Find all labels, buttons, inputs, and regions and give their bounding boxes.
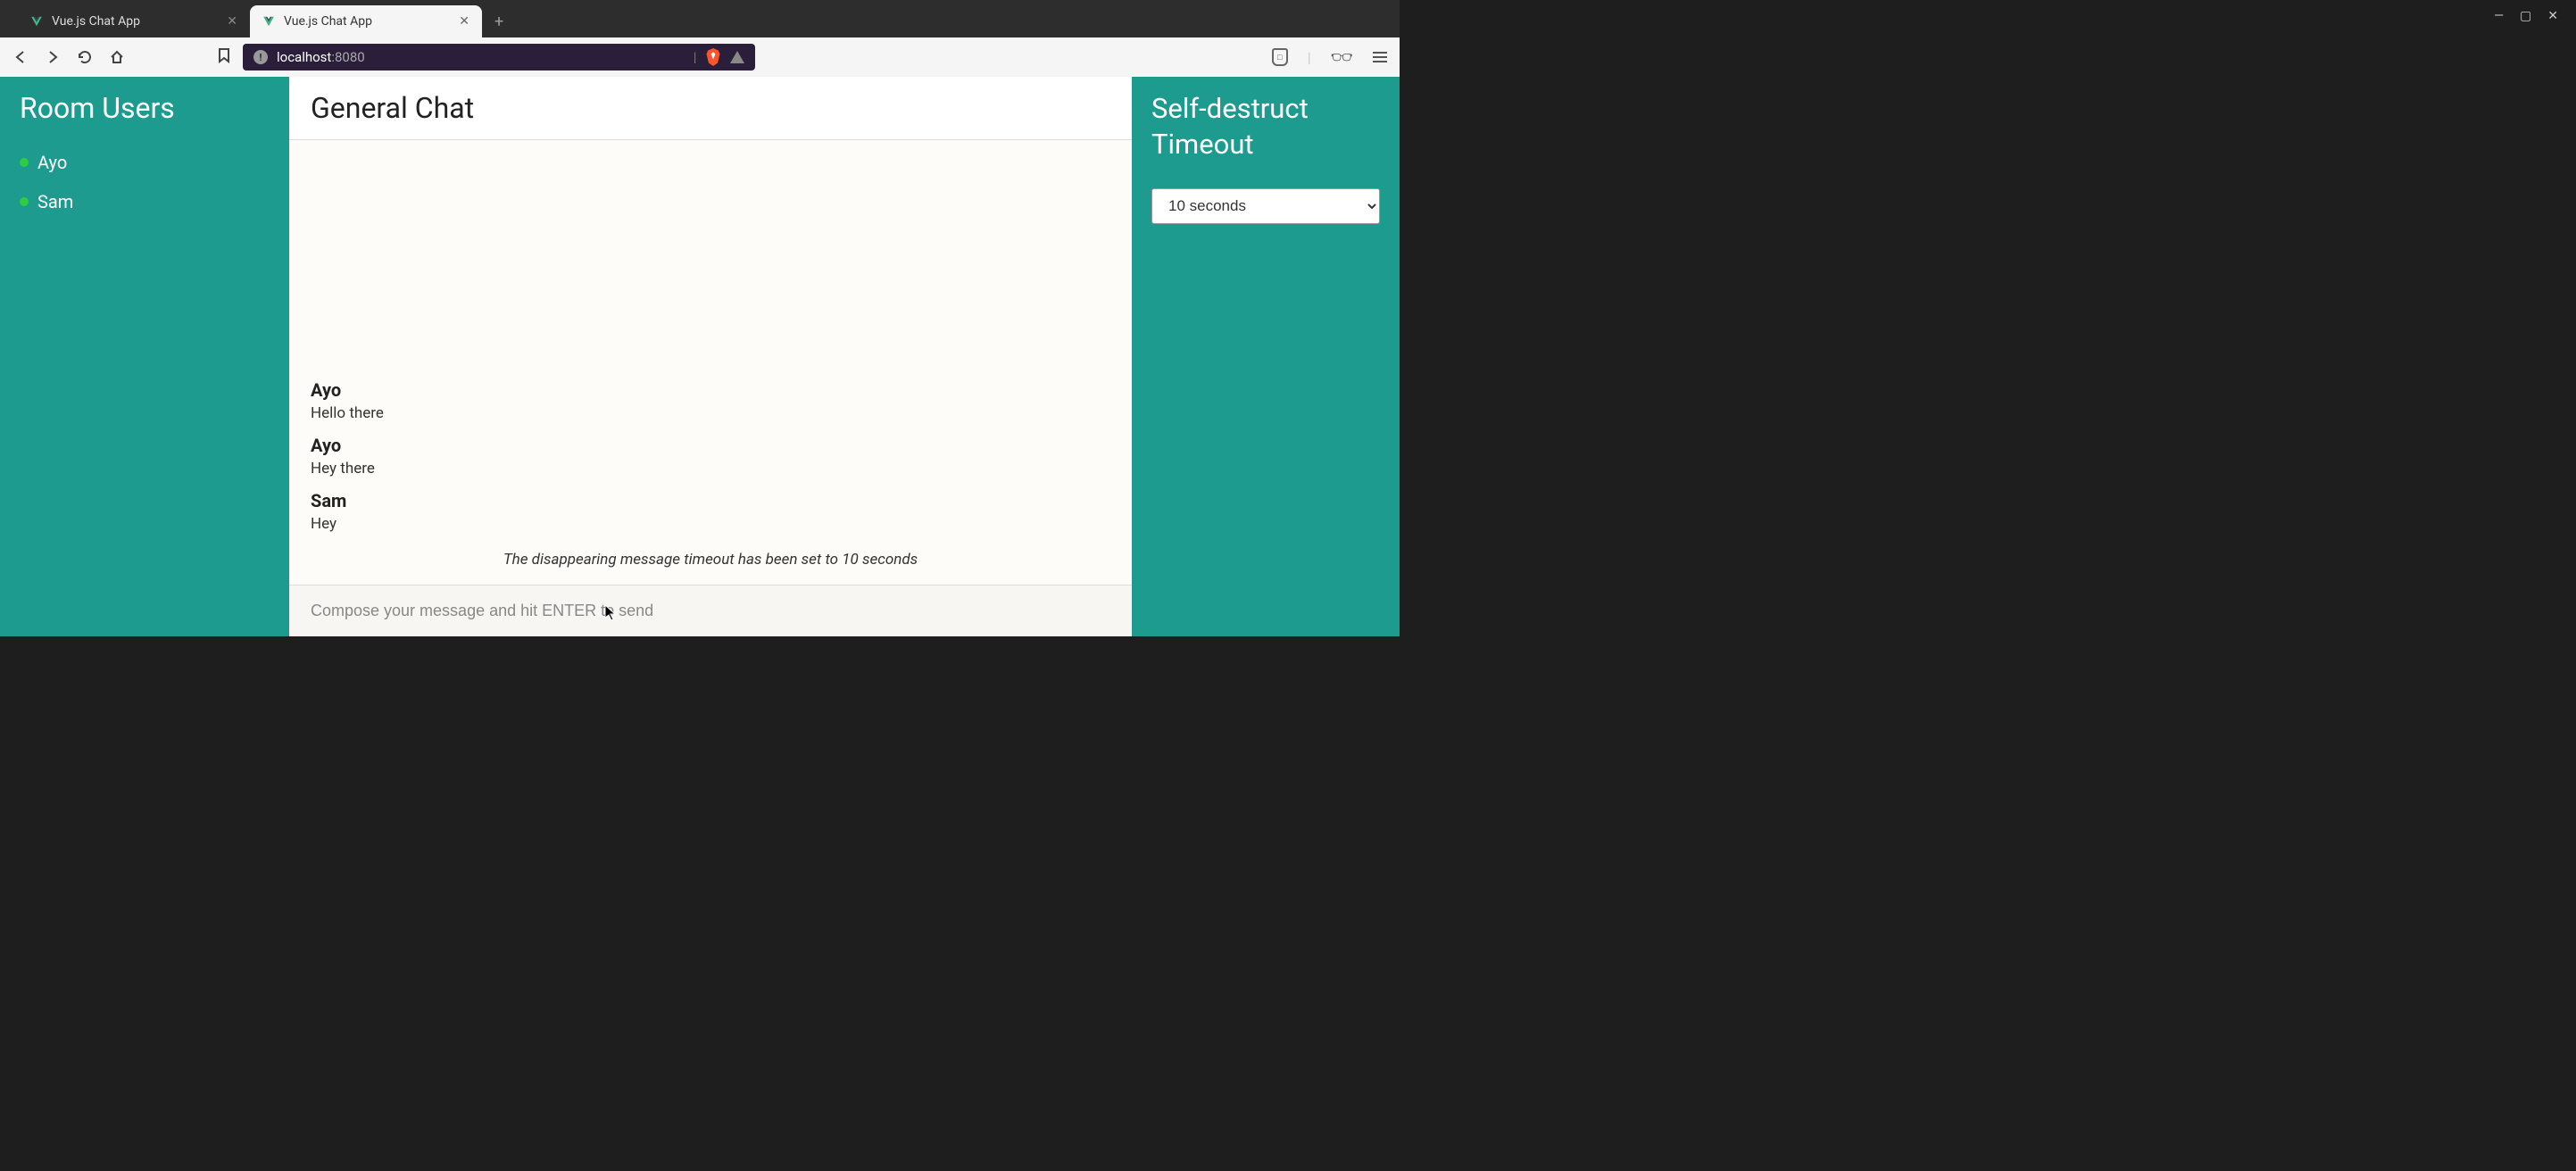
message-text: Hello there	[311, 404, 1110, 422]
message-author: Ayo	[311, 379, 1110, 401]
tab-title: Vue.js Chat App	[284, 14, 372, 29]
vue-icon	[30, 15, 43, 28]
reader-mode-icon[interactable]: 👓︎	[1331, 46, 1353, 68]
address-port: :8080	[331, 49, 364, 65]
brave-shields-icon[interactable]	[705, 48, 721, 66]
divider: |	[694, 49, 697, 65]
new-tab-button[interactable]: +	[482, 5, 516, 37]
back-button[interactable]	[12, 49, 29, 65]
message-text: Hey there	[311, 460, 1110, 478]
close-tab-icon[interactable]: ✕	[459, 14, 469, 29]
site-info-icon[interactable]: !	[253, 50, 268, 64]
close-window-button[interactable]: ✕	[2547, 9, 2558, 23]
tab-strip: Vue.js Chat App ✕ Vue.js Chat App ✕ +	[0, 0, 1400, 37]
user-item: Sam	[20, 191, 270, 212]
room-users-sidebar: Room Users Ayo Sam	[0, 77, 289, 636]
timeout-sidebar: Self-destruct Timeout 10 seconds	[1132, 77, 1400, 636]
address-bar[interactable]: ! localhost:8080 |	[243, 44, 755, 71]
chat-header: General Chat	[289, 77, 1132, 140]
minimize-button[interactable]: —	[2494, 9, 2504, 23]
compose-area	[289, 585, 1132, 636]
browser-tab-active[interactable]: Vue.js Chat App ✕	[250, 5, 482, 37]
message-author: Sam	[311, 490, 1110, 511]
warning-icon[interactable]	[730, 51, 744, 63]
forward-button[interactable]	[45, 49, 61, 65]
adblock-icon[interactable]: □	[1272, 48, 1288, 66]
message-text: Hey	[311, 515, 1110, 533]
browser-toolbar: ! localhost:8080 | □ | 👓︎	[0, 37, 1400, 77]
chat-message: Ayo Hey there	[311, 435, 1110, 478]
reload-button[interactable]	[77, 49, 93, 65]
timeout-select[interactable]: 10 seconds	[1151, 188, 1380, 224]
online-status-icon	[20, 158, 29, 167]
system-message: The disappearing message timeout has bee…	[311, 551, 1110, 569]
chat-message: Sam Hey	[311, 490, 1110, 533]
chat-main: General Chat Ayo Hello there Ayo Hey the…	[289, 77, 1132, 636]
divider: |	[1308, 49, 1311, 66]
timeout-title: Self-destruct Timeout	[1151, 91, 1380, 163]
menu-button[interactable]	[1373, 52, 1387, 62]
chat-message: Ayo Hello there	[311, 379, 1110, 422]
message-list[interactable]: Ayo Hello there Ayo Hey there Sam Hey Th…	[289, 140, 1132, 585]
address-host: localhost	[277, 49, 331, 65]
user-list: Ayo Sam	[20, 152, 270, 212]
browser-tab[interactable]: Vue.js Chat App ✕	[18, 5, 250, 37]
online-status-icon	[20, 197, 29, 206]
vue-icon	[262, 15, 275, 28]
user-name: Ayo	[37, 152, 67, 173]
room-users-title: Room Users	[20, 91, 270, 125]
user-item: Ayo	[20, 152, 270, 173]
bookmark-button[interactable]	[218, 47, 230, 67]
compose-input[interactable]	[311, 602, 1110, 620]
message-author: Ayo	[311, 435, 1110, 456]
maximize-button[interactable]: ▢	[2520, 9, 2531, 23]
close-tab-icon[interactable]: ✕	[227, 14, 237, 29]
home-button[interactable]	[109, 49, 125, 65]
page-content: Room Users Ayo Sam General Chat Ayo Hell…	[0, 77, 1400, 636]
tab-title: Vue.js Chat App	[52, 14, 140, 29]
user-name: Sam	[37, 191, 73, 212]
